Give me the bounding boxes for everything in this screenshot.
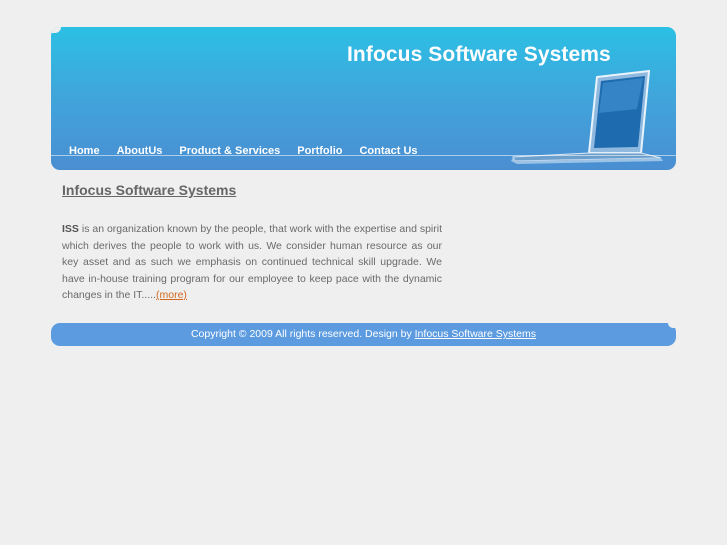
nav-products-services[interactable]: Product & Services [179, 145, 280, 157]
nav-about-us[interactable]: AboutUs [117, 145, 163, 157]
page-heading: Infocus Software Systems [62, 182, 237, 198]
intro-text: is an organization known by the people, … [62, 223, 442, 301]
site-header: Infocus Software Systems Home AboutUs Pr… [51, 27, 676, 170]
nav-portfolio[interactable]: Portfolio [297, 145, 342, 157]
more-link[interactable]: (more) [156, 289, 187, 301]
copyright-text: Copyright © 2009 All rights reserved. De… [190, 328, 415, 340]
footer-corner-notch [668, 323, 676, 328]
laptop-icon [511, 69, 663, 164]
site-title: Infocus Software Systems [347, 43, 611, 66]
main-nav: Home AboutUs Product & Services Portfoli… [69, 145, 435, 157]
main-content: Infocus Software Systems ISS is an organ… [62, 182, 442, 304]
intro-lead: ISS [62, 223, 79, 235]
intro-paragraph: ISS is an organization known by the peop… [62, 221, 442, 304]
nav-home[interactable]: Home [69, 145, 100, 157]
designer-link[interactable]: Infocus Software Systems [415, 328, 536, 340]
site-footer: Copyright © 2009 All rights reserved. De… [51, 323, 676, 346]
nav-contact-us[interactable]: Contact Us [359, 145, 417, 157]
header-corner-notch [51, 27, 61, 33]
